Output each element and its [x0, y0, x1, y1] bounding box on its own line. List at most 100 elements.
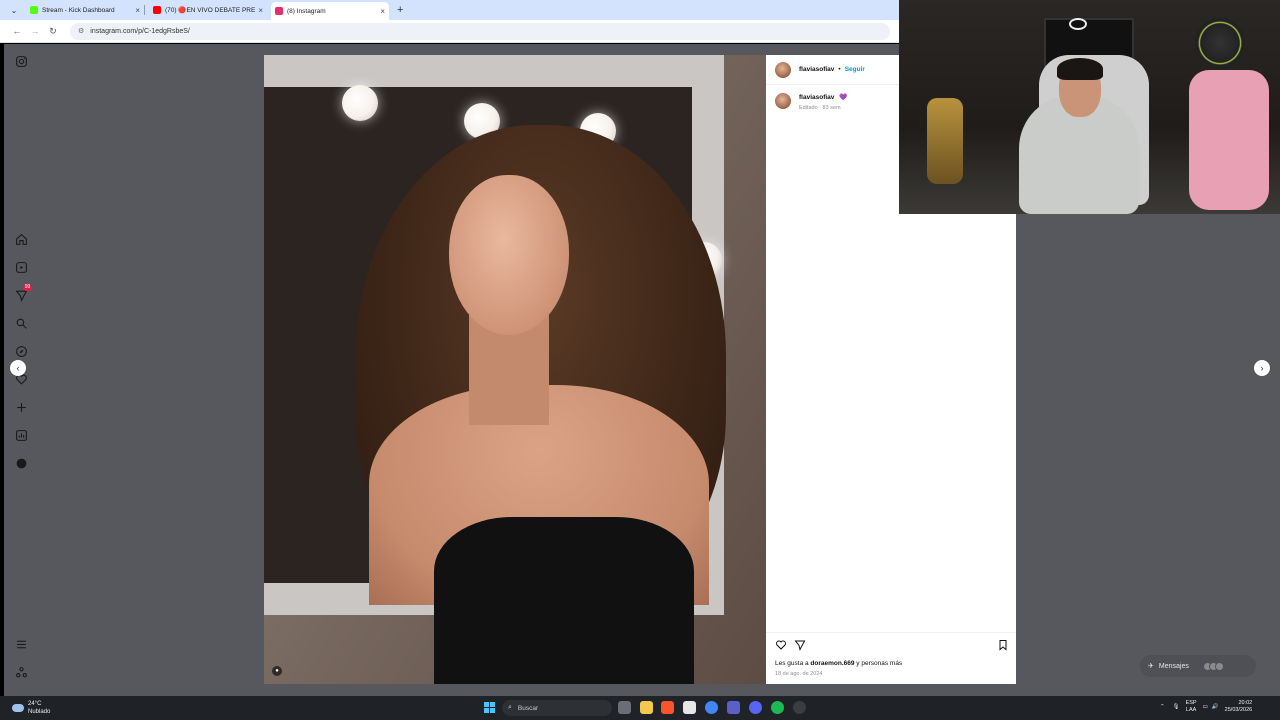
home-icon[interactable] — [14, 232, 28, 246]
new-tab-button[interactable]: + — [397, 4, 403, 16]
mirror-bulb — [342, 85, 378, 121]
chrome-icon[interactable] — [705, 701, 718, 714]
spotify-icon[interactable] — [771, 701, 784, 714]
reload-icon[interactable]: ↻ — [44, 26, 62, 37]
author-username[interactable]: flaviasofiav — [799, 66, 834, 73]
likes-suffix[interactable]: y personas más — [855, 660, 902, 667]
create-plus-icon[interactable] — [14, 400, 28, 414]
photo-dress — [434, 517, 694, 684]
contact-avatar — [1214, 661, 1224, 671]
instagram-logo-icon[interactable] — [14, 54, 28, 68]
weather-temp: 24°C — [28, 701, 42, 707]
task-view-icon[interactable] — [618, 701, 631, 714]
messages-button[interactable]: ✈ Mensajes — [1140, 655, 1256, 677]
taskbar-clock[interactable]: 20:02 25/03/2026 — [1225, 700, 1253, 714]
tab-title: (8) Instagram — [287, 7, 326, 15]
caption-body: flaviasofiav 💜 Editado · 83 sem — [799, 93, 847, 111]
file-explorer-icon[interactable] — [640, 701, 653, 714]
reels-icon[interactable] — [14, 260, 28, 274]
tab-youtube[interactable]: (70) 🔴EN VIVO DEBATE PRESI × — [149, 2, 267, 18]
network-icon[interactable]: ▭ — [1203, 704, 1208, 710]
volume-icon[interactable]: 🔊 — [1212, 704, 1219, 710]
caption-avatar[interactable] — [775, 93, 791, 109]
brave-browser-icon[interactable] — [661, 701, 674, 714]
follow-button[interactable]: Seguir — [845, 66, 865, 73]
teams-icon[interactable] — [727, 701, 740, 714]
webcam-pink-chair — [1189, 70, 1269, 210]
chevron-down-icon[interactable]: ⌄ — [6, 2, 22, 18]
back-arrow-icon[interactable]: ← — [8, 26, 26, 36]
profile-avatar-icon[interactable] — [14, 456, 28, 470]
next-post-button[interactable]: › — [1254, 360, 1270, 376]
author-avatar[interactable] — [775, 61, 791, 78]
calendar-app-icon[interactable] — [683, 701, 696, 714]
streamer-webcam — [899, 0, 1280, 214]
separator-dot: • — [838, 66, 841, 73]
webcam-wall-clock — [1195, 18, 1245, 68]
screen: ⌄ Stream - Kick Dashboard × (70) 🔴EN VIV… — [0, 0, 1280, 720]
notification-badge: 99 — [23, 284, 32, 291]
post-caption: flaviasofiav 💜 Editado · 83 sem — [775, 93, 847, 111]
clock-date: 25/03/2026 — [1224, 707, 1253, 713]
cloud-icon — [12, 704, 24, 712]
search-placeholder: Buscar — [517, 704, 539, 712]
tagged-user-icon[interactable]: ● — [272, 666, 282, 676]
site-info-icon[interactable]: ⚙ — [78, 27, 84, 35]
likes-user[interactable]: doraemon.669 — [810, 660, 854, 667]
likes-summary: Les gusta a doraemon.669 y personas más — [775, 660, 902, 667]
chevron-right-icon: › — [1260, 363, 1264, 373]
messages-label: Mensajes — [1158, 662, 1189, 670]
weather-desc: Nublado — [28, 709, 51, 715]
search-icon: ⌕ — [508, 704, 512, 711]
chevron-left-icon: ‹ — [16, 363, 20, 373]
webcam-ring-light — [1069, 18, 1087, 30]
address-bar-row: ← → ↻ ⚙ instagram.com/p/C-1edgRsbeS/ — [0, 20, 900, 43]
post-actions: Les gusta a doraemon.669 y personas más … — [766, 632, 1016, 684]
microphone-icon[interactable]: 🎙 — [1173, 704, 1180, 710]
browser-tab-bar: ⌄ Stream - Kick Dashboard × (70) 🔴EN VIV… — [0, 0, 900, 20]
like-heart-icon[interactable] — [775, 639, 787, 651]
tab-title: Stream - Kick Dashboard — [42, 6, 115, 14]
webcam-streamer-hair — [1057, 58, 1103, 80]
bookmark-icon[interactable] — [997, 639, 1009, 651]
messages-icon: ✈ — [1148, 663, 1154, 670]
chevron-up-icon[interactable]: ⌃ — [1160, 704, 1165, 710]
share-icon[interactable] — [794, 639, 806, 651]
tab-kick-dashboard[interactable]: Stream - Kick Dashboard × — [26, 2, 144, 18]
tab-title: (70) 🔴EN VIVO DEBATE PRESI — [165, 7, 256, 14]
caption-username[interactable]: flaviasofiav — [799, 94, 834, 101]
language-indicator[interactable]: ESP LAA — [1186, 700, 1197, 714]
close-tab-icon[interactable]: × — [258, 6, 263, 15]
lang-code: ESP — [1185, 700, 1197, 706]
close-tab-icon[interactable]: × — [135, 6, 140, 15]
lang-layout: LAA — [1185, 707, 1197, 713]
post-photo[interactable]: ● — [264, 55, 766, 684]
tab-separator — [144, 5, 145, 15]
url-field[interactable]: ⚙ instagram.com/p/C-1edgRsbeS/ — [70, 22, 890, 40]
youtube-favicon-icon — [153, 6, 161, 14]
kick-favicon-icon — [30, 6, 38, 14]
forward-arrow-icon[interactable]: → — [26, 26, 44, 36]
close-tab-icon[interactable]: × — [380, 7, 385, 16]
caption-meta: Editado · 83 sem — [799, 105, 841, 111]
tab-instagram[interactable]: (8) Instagram × — [271, 2, 389, 20]
previous-post-button[interactable]: ‹ — [10, 360, 26, 376]
likes-prefix: Les gusta a — [775, 660, 811, 667]
dashboard-icon[interactable] — [14, 428, 28, 442]
caption-heart-emoji: 💜 — [839, 94, 848, 101]
windows-start-icon[interactable] — [484, 702, 495, 713]
windows-taskbar: 24°C Nublado ⌕ Buscar ⌃ 🎙 ESP LAA ▭ 🔊 20… — [0, 696, 1280, 720]
search-icon[interactable] — [14, 316, 28, 330]
threads-apps-icon[interactable] — [14, 665, 28, 679]
photo-face — [449, 175, 569, 335]
obs-icon[interactable] — [793, 701, 806, 714]
taskbar-search[interactable]: ⌕ Buscar — [502, 700, 612, 716]
system-tray: ⌃ 🎙 ESP LAA ▭ 🔊 20:02 25/03/2026 — [1160, 700, 1252, 714]
url-text: instagram.com/p/C-1edgRsbeS/ — [90, 27, 190, 35]
explore-icon[interactable] — [14, 344, 28, 358]
discord-icon[interactable] — [749, 701, 762, 714]
weather-widget[interactable]: 24°C Nublado — [12, 700, 50, 716]
menu-hamburger-icon[interactable] — [14, 637, 28, 651]
direct-messages-icon[interactable]: 99 — [14, 284, 32, 302]
webcam-gold-statue — [927, 98, 963, 184]
